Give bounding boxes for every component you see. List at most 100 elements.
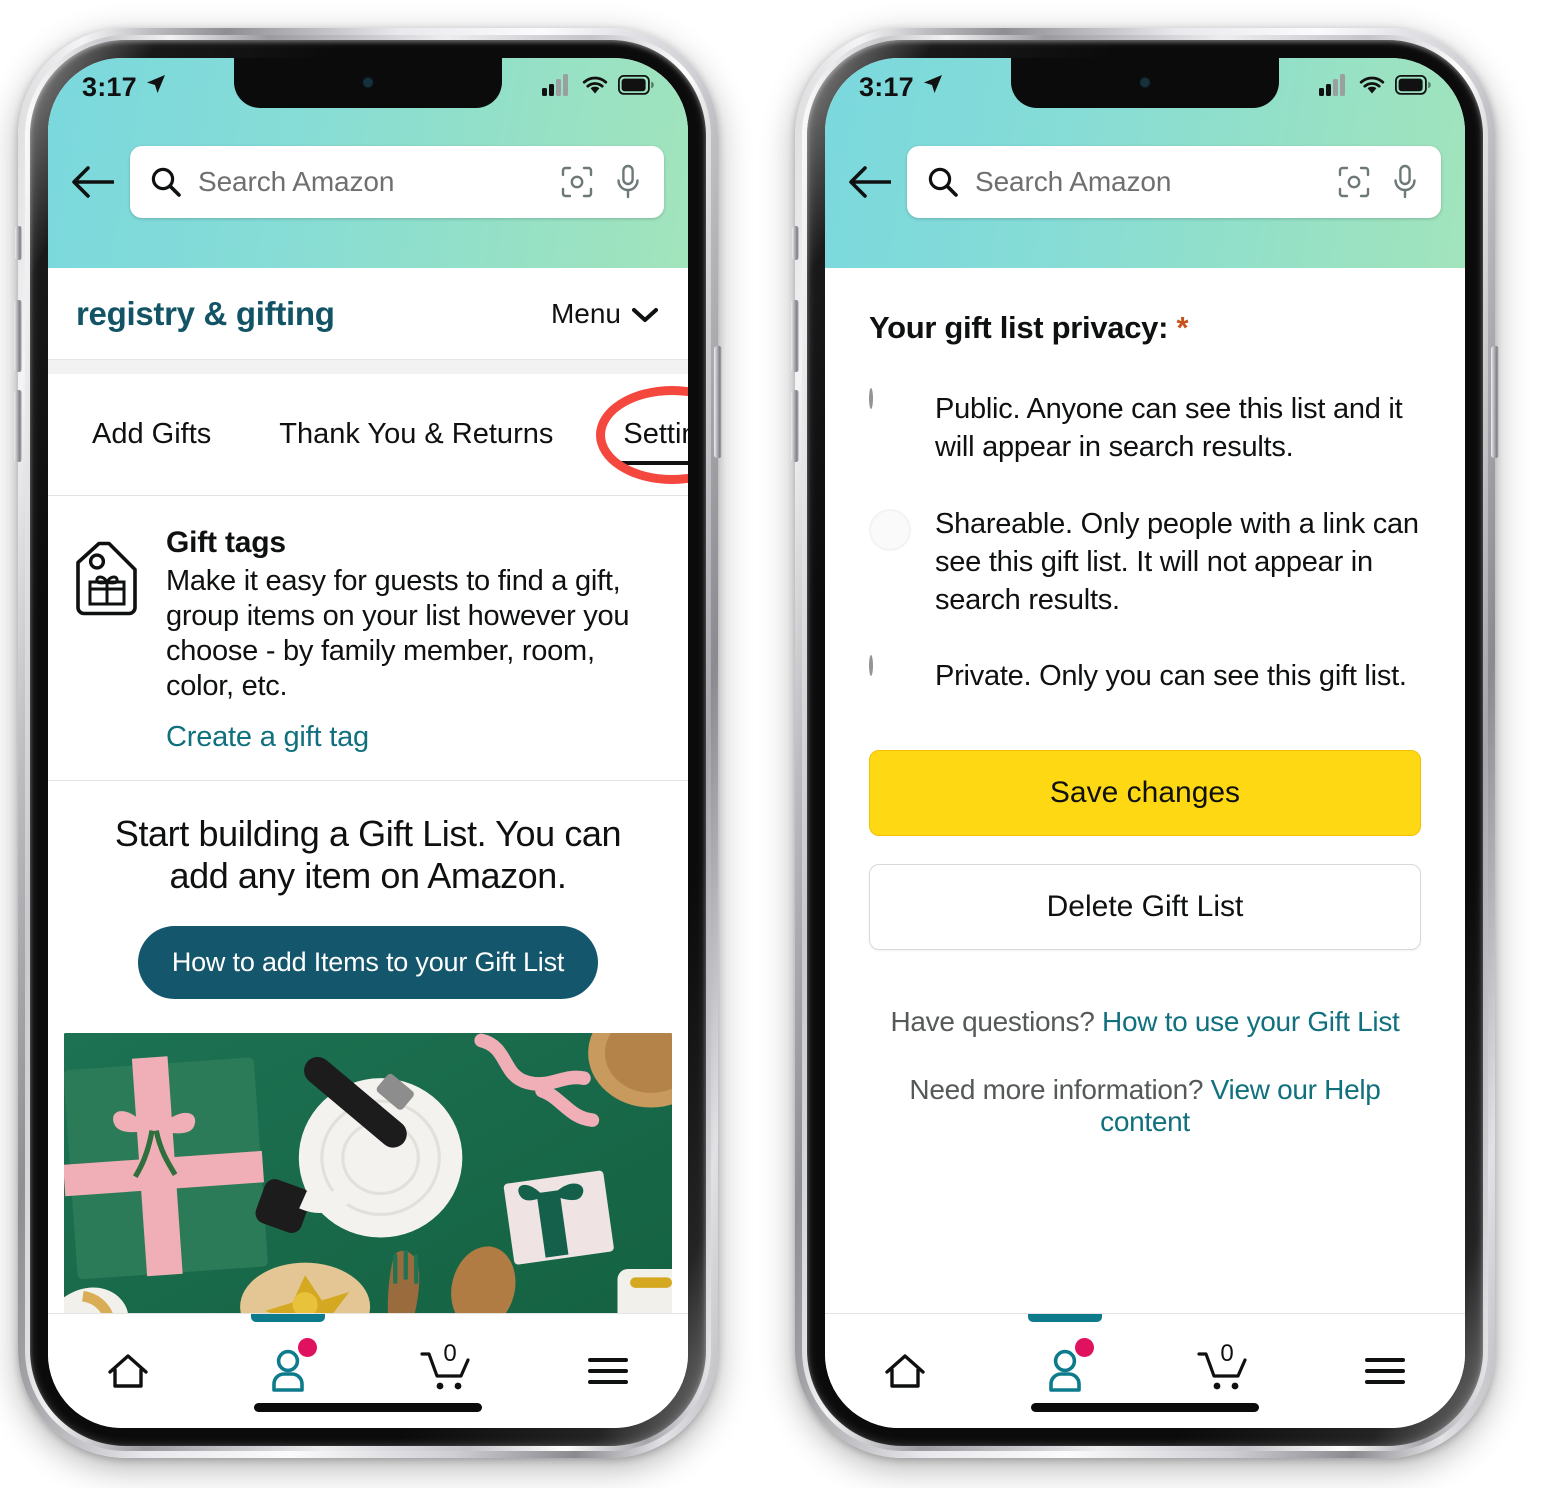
phone-mockup-right: 3:17 Search Amazon Your gift list privac… (791, 28, 1499, 1458)
help-line-more-info: Need more information? View our Help con… (869, 1074, 1421, 1138)
cellular-bars-icon (542, 73, 572, 101)
menu-label: Menu (550, 297, 621, 329)
privacy-section-title: Your gift list privacy: * (869, 310, 1421, 346)
location-arrow-icon (921, 72, 945, 103)
status-indicators (1319, 73, 1431, 101)
hamburger-menu-icon (588, 1358, 628, 1384)
search-input[interactable]: Search Amazon (907, 146, 1441, 218)
back-arrow-icon[interactable] (847, 165, 892, 199)
privacy-option-public-label: Public. Anyone can see this list and it … (935, 393, 1403, 464)
menu-button[interactable]: Menu (551, 298, 658, 330)
home-icon (108, 1354, 148, 1388)
volume-down-button[interactable] (14, 390, 22, 462)
promo-section: Start building a Gift List. You can add … (48, 781, 688, 999)
help-line-questions: Have questions? How to use your Gift Lis… (869, 1006, 1421, 1038)
camera-lens-icon[interactable] (1337, 165, 1371, 199)
gift-tag-icon (70, 526, 144, 754)
battery-icon (1394, 74, 1431, 100)
privacy-option-private-label: Private. Only you can see this gift list… (935, 660, 1407, 693)
tab-add-gifts[interactable]: Add Gifts (76, 418, 227, 451)
volume-down-button[interactable] (791, 390, 799, 462)
cellular-bars-icon (1319, 73, 1349, 101)
search-placeholder: Search Amazon (975, 166, 1172, 197)
privacy-option-shareable-label: Shareable. Only people with a link can s… (935, 507, 1419, 617)
screenshot-canvas: 3:17 Search Amazon registry & gifting Me… (0, 0, 1547, 1488)
privacy-option-public[interactable]: Public. Anyone can see this list and it … (869, 388, 1421, 467)
power-button[interactable] (1491, 346, 1499, 458)
search-icon (150, 166, 182, 198)
top-bar-right: 3:17 Search Amazon (825, 58, 1465, 268)
microphone-icon[interactable] (1391, 164, 1419, 200)
nav-home[interactable] (48, 1314, 208, 1428)
notification-badge-dot (1075, 1338, 1094, 1357)
create-gift-tag-link[interactable]: Create a gift tag (166, 721, 660, 754)
how-to-use-gift-list-link[interactable]: How to use your Gift List (1102, 1006, 1400, 1037)
help-more-info-prefix: Need more information? (909, 1073, 1204, 1105)
silent-switch[interactable] (792, 226, 799, 260)
section-divider (48, 360, 688, 374)
gift-photo-illustration (64, 1032, 672, 1313)
top-bar-left: 3:17 Search Amazon (48, 58, 688, 268)
privacy-option-private[interactable]: Private. Only you can see this gift list… (869, 655, 1421, 695)
bottom-nav-left: 0 (48, 1313, 688, 1428)
registry-header: registry & gifting Menu (48, 268, 688, 360)
gift-tags-body: Gift tags Make it easy for guests to fin… (166, 526, 660, 754)
bottom-nav-right: 0 (825, 1313, 1465, 1428)
gift-photo (64, 1032, 672, 1313)
nav-home[interactable] (825, 1314, 985, 1428)
tab-settings[interactable]: Settings (607, 418, 688, 465)
wifi-icon (581, 74, 609, 101)
volume-up-button[interactable] (14, 300, 22, 372)
phone-mockup-left: 3:17 Search Amazon registry & gifting Me… (14, 28, 722, 1458)
radio-wrap-public (869, 388, 911, 409)
power-button[interactable] (714, 346, 722, 458)
tab-thank-you-returns[interactable]: Thank You & Returns (263, 418, 569, 451)
page-content-right: Your gift list privacy: * Public. Anyone… (825, 268, 1465, 1313)
privacy-option-shareable[interactable]: Shareable. Only people with a link can s… (869, 505, 1421, 620)
status-time: 3:17 (82, 71, 137, 102)
privacy-title-text: Your gift list privacy: (869, 310, 1169, 345)
radio-button-shareable-ghost (869, 508, 911, 551)
notification-badge-dot (298, 1338, 317, 1357)
status-bar: 3:17 (48, 64, 688, 110)
home-indicator (1031, 1403, 1259, 1412)
volume-up-button[interactable] (791, 300, 799, 372)
how-to-add-items-button[interactable]: How to add Items to your Gift List (137, 925, 599, 999)
delete-gift-list-button[interactable]: Delete Gift List (869, 863, 1421, 950)
wifi-icon (1358, 74, 1386, 101)
home-indicator (254, 1403, 482, 1412)
search-icon (927, 166, 959, 198)
chevron-down-icon (632, 298, 658, 330)
page-content-left: registry & gifting Menu Add Gifts Thank … (48, 268, 688, 1313)
privacy-settings-pane: Your gift list privacy: * Public. Anyone… (825, 268, 1465, 1313)
status-indicators (542, 73, 654, 101)
location-arrow-icon (144, 72, 168, 103)
search-input[interactable]: Search Amazon (130, 146, 664, 218)
nav-menu[interactable] (528, 1314, 688, 1428)
hamburger-menu-icon (1365, 1358, 1405, 1384)
required-marker: * (1176, 310, 1189, 345)
battery-icon (617, 74, 654, 100)
search-placeholder: Search Amazon (198, 166, 395, 197)
camera-lens-icon[interactable] (560, 165, 594, 199)
page-title: registry & gifting (76, 294, 335, 332)
back-arrow-icon[interactable] (70, 165, 115, 199)
radio-button-public[interactable] (869, 388, 873, 409)
tab-bar: Add Gifts Thank You & Returns Settings (48, 374, 688, 496)
search-row: Search Amazon (825, 146, 1465, 218)
microphone-icon[interactable] (614, 164, 642, 200)
status-time-group: 3:17 (859, 72, 945, 103)
gift-tags-description: Make it easy for guests to find a gift, … (166, 565, 630, 703)
status-bar: 3:17 (825, 64, 1465, 110)
screen-left: 3:17 Search Amazon registry & gifting Me… (48, 58, 688, 1428)
nav-menu[interactable] (1305, 1314, 1465, 1428)
cart-count-badge: 0 (443, 1340, 457, 1367)
search-row: Search Amazon (48, 146, 688, 218)
status-time-group: 3:17 (82, 72, 168, 103)
cart-count-badge: 0 (1220, 1340, 1234, 1367)
silent-switch[interactable] (15, 226, 22, 260)
save-changes-button[interactable]: Save changes (869, 749, 1421, 836)
gift-tags-section: Gift tags Make it easy for guests to fin… (48, 496, 688, 782)
screen-right: 3:17 Search Amazon Your gift list privac… (825, 58, 1465, 1428)
radio-button-private[interactable] (869, 655, 873, 677)
